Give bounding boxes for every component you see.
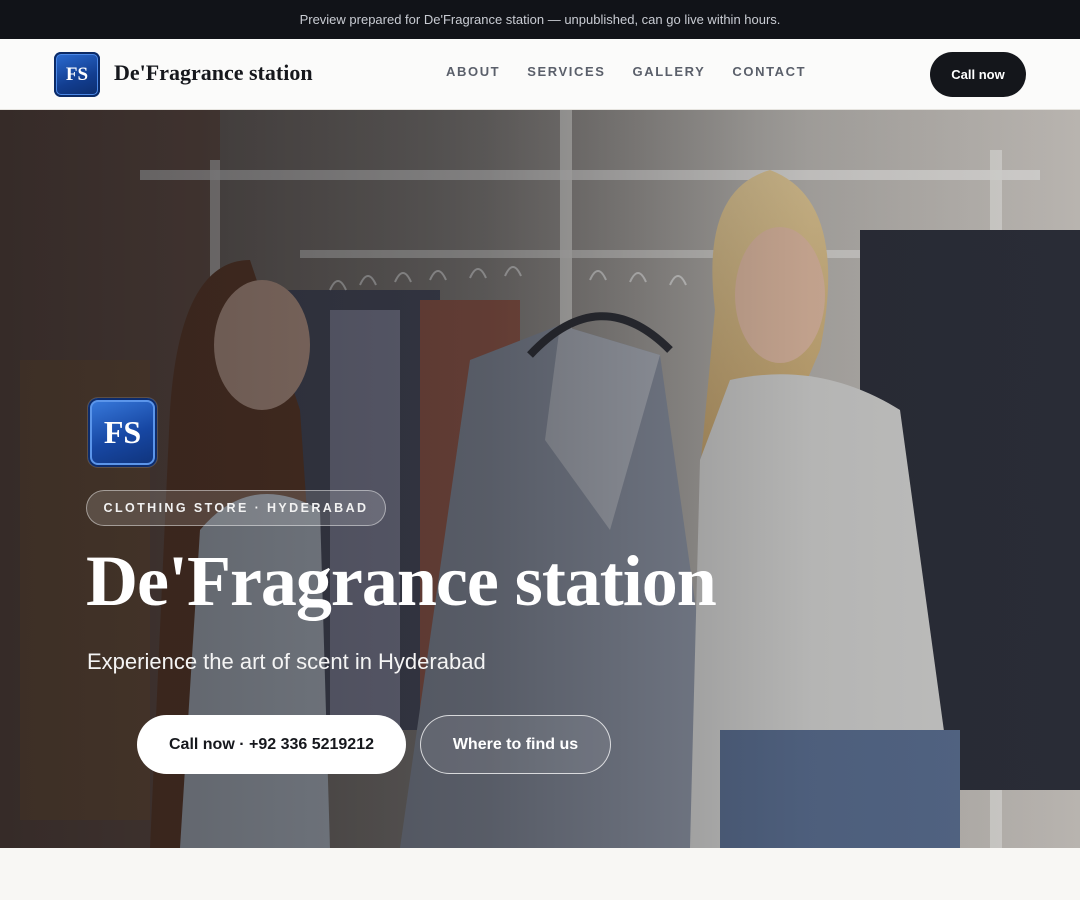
nav-about[interactable]: ABOUT <box>446 64 500 79</box>
brand-name[interactable]: De'Fragrance station <box>114 60 313 86</box>
category-badge-text: CLOTHING STORE · HYDERABAD <box>103 501 369 515</box>
main-nav: ABOUT SERVICES GALLERY CONTACT <box>446 64 833 79</box>
call-now-button[interactable]: Call now <box>930 52 1026 97</box>
nav-gallery[interactable]: GALLERY <box>633 64 706 79</box>
next-section <box>0 848 1080 900</box>
nav-services[interactable]: SERVICES <box>527 64 605 79</box>
category-badge: CLOTHING STORE · HYDERABAD <box>86 490 386 526</box>
nav-contact[interactable]: CONTACT <box>732 64 806 79</box>
where-to-find-us-button[interactable]: Where to find us <box>420 715 611 774</box>
hero-logo: FS <box>88 398 157 467</box>
hero-title: De'Fragrance station <box>86 541 717 621</box>
hero-section: FS CLOTHING STORE · HYDERABAD De'Fragran… <box>0 110 1080 848</box>
preview-banner: Preview prepared for De'Fragrance statio… <box>0 0 1080 39</box>
site-header: FS De'Fragrance station ABOUT SERVICES G… <box>0 39 1080 110</box>
hero-subtitle: Experience the art of scent in Hyderabad <box>87 649 486 674</box>
hero-logo-initials: FS <box>103 414 142 450</box>
preview-banner-text: Preview prepared for De'Fragrance statio… <box>299 12 781 27</box>
logo[interactable]: FS <box>54 52 100 97</box>
call-phone-button[interactable]: Call now · +92 336 5219212 <box>137 715 406 774</box>
logo-initials: FS <box>65 63 89 85</box>
